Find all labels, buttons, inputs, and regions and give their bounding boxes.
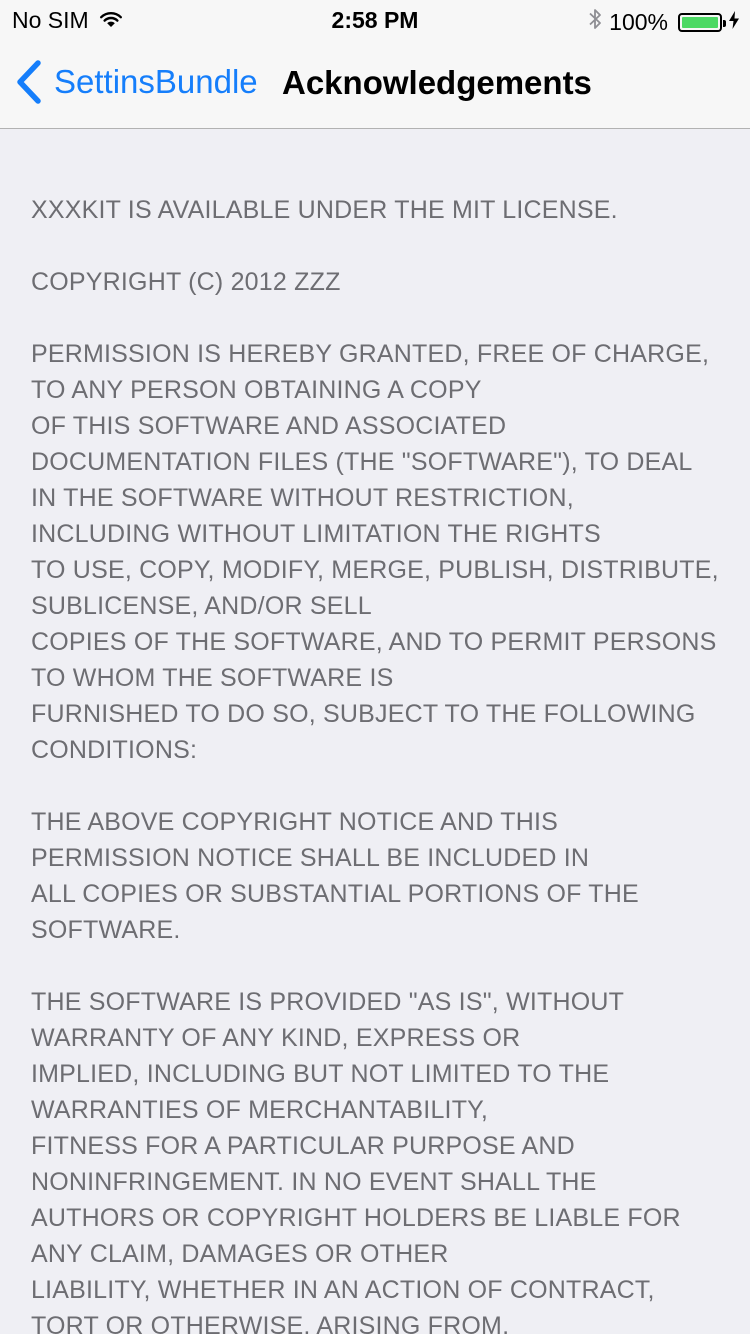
license-line: SOFTWARE. [31, 916, 181, 944]
status-bar: No SIM 2:58 PM 100% [0, 0, 750, 40]
bluetooth-icon [587, 7, 603, 37]
status-right-group: 100% [587, 7, 740, 37]
license-paragraph: THE ABOVE COPYRIGHT NOTICE AND THIS PERMI… [31, 804, 731, 948]
license-line: IN THE SOFTWARE WITHOUT RESTRICTION, [31, 484, 574, 512]
page-title: Acknowledgements [282, 64, 592, 101]
license-line: LIABILITY, WHETHER IN AN ACTION OF CONTR… [31, 1276, 655, 1304]
license-line: TO USE, COPY, MODIFY, MERGE, PUBLISH, DI… [31, 556, 719, 584]
license-line: THE ABOVE COPYRIGHT NOTICE AND THIS [31, 808, 559, 836]
license-paragraph: COPYRIGHT (C) 2012 ZZZ [31, 264, 731, 300]
battery-level-fill [682, 16, 718, 28]
license-line: TO ANY PERSON OBTAINING A COPY [31, 376, 482, 404]
license-paragraph: THE SOFTWARE IS PROVIDED "AS IS", WITHOU… [31, 984, 731, 1334]
battery-icon [678, 12, 726, 32]
license-line: WARRANTY OF ANY KIND, EXPRESS OR [31, 1024, 521, 1052]
charging-bolt-icon [728, 9, 740, 36]
battery-percent: 100% [609, 8, 668, 35]
acknowledgements-screen: No SIM 2:58 PM 100% SettinsBundle Acknow… [0, 0, 750, 1334]
license-line: PERMISSION NOTICE SHALL BE INCLUDED IN [31, 844, 590, 872]
license-line: TORT OR OTHERWISE, ARISING FROM, [31, 1312, 510, 1334]
top-bar: No SIM 2:58 PM 100% SettinsBundle Acknow… [0, 0, 750, 129]
license-line: ALL COPIES OR SUBSTANTIAL PORTIONS OF TH… [31, 880, 639, 908]
license-line: OF THIS SOFTWARE AND ASSOCIATED [31, 412, 507, 440]
license-paragraph: PERMISSION IS HEREBY GRANTED, FREE OF CH… [31, 336, 731, 768]
back-button-label: SettinsBundle [54, 63, 258, 100]
license-line: COPIES OF THE SOFTWARE, AND TO PERMIT PE… [31, 628, 717, 656]
license-line: FURNISHED TO DO SO, SUBJECT TO THE FOLLO… [31, 700, 696, 728]
license-line: WARRANTIES OF MERCHANTABILITY, [31, 1096, 488, 1124]
license-line: NONINFRINGEMENT. IN NO EVENT SHALL THE [31, 1168, 597, 1196]
chevron-left-icon [17, 60, 41, 104]
license-line: INCLUDING WITHOUT LIMITATION THE RIGHTS [31, 520, 601, 548]
license-line: FITNESS FOR A PARTICULAR PURPOSE AND [31, 1132, 575, 1160]
license-line: IMPLIED, INCLUDING BUT NOT LIMITED TO TH… [31, 1060, 610, 1088]
license-line: THE SOFTWARE IS PROVIDED "AS IS", WITHOU… [31, 988, 625, 1016]
battery-tip [723, 19, 726, 27]
license-line: PERMISSION IS HEREBY GRANTED, FREE OF CH… [31, 340, 710, 368]
license-line: AUTHORS OR COPYRIGHT HOLDERS BE LIABLE F… [31, 1204, 681, 1232]
navigation-bar: SettinsBundle Acknowledgements [0, 40, 750, 128]
license-line: ANY CLAIM, DAMAGES OR OTHER [31, 1240, 449, 1268]
license-line: COPYRIGHT (C) 2012 ZZZ [31, 268, 341, 296]
license-paragraph: XXXKIT IS AVAILABLE UNDER THE MIT LICENS… [31, 192, 731, 228]
license-line: XXXKIT IS AVAILABLE UNDER THE MIT LICENS… [31, 196, 618, 224]
license-line: DOCUMENTATION FILES (THE "SOFTWARE"), TO… [31, 448, 693, 476]
license-text: XXXKIT IS AVAILABLE UNDER THE MIT LICENS… [31, 192, 731, 1334]
license-line: SUBLICENSE, AND/OR SELL [31, 592, 372, 620]
back-button[interactable]: SettinsBundle [14, 60, 258, 104]
license-line: TO WHOM THE SOFTWARE IS [31, 664, 394, 692]
license-line: CONDITIONS: [31, 736, 198, 764]
